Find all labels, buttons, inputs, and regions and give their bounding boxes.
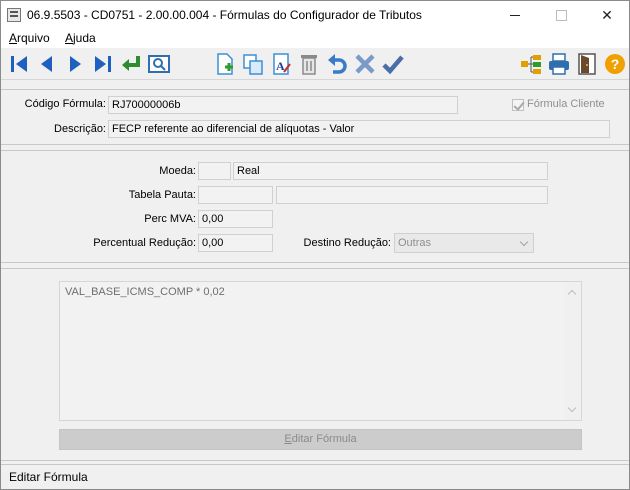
cancel-icon bbox=[355, 54, 375, 74]
formula-text: VAL_BASE_ICMS_COMP * 0,02 bbox=[65, 286, 225, 298]
previous-record-icon bbox=[41, 56, 52, 72]
descricao-field[interactable]: FECP referente ao diferencial de alíquot… bbox=[108, 120, 610, 138]
exit-button[interactable] bbox=[575, 52, 599, 76]
window-title: 06.9.5503 - CD0751 - 2.00.00.004 - Fórmu… bbox=[27, 8, 422, 22]
return-icon bbox=[122, 56, 140, 71]
print-icon bbox=[549, 53, 569, 75]
svg-text:?: ? bbox=[611, 56, 620, 72]
formula-cliente-checkbox[interactable]: Fórmula Cliente bbox=[512, 98, 612, 112]
tabela-pauta-label: Tabela Pauta: bbox=[128, 189, 196, 201]
first-record-button[interactable] bbox=[7, 52, 31, 76]
editar-formula-mnemonic: E bbox=[284, 433, 292, 445]
menu-ajuda-mnemonic: A bbox=[65, 31, 74, 45]
exit-door-icon bbox=[578, 53, 596, 75]
menu-arquivo[interactable]: Arquivo bbox=[9, 31, 50, 45]
formula-cliente-label: Fórmula Cliente bbox=[527, 98, 605, 110]
edit-text-icon: A bbox=[273, 53, 291, 75]
undo-icon bbox=[328, 54, 347, 74]
delete-button[interactable] bbox=[297, 52, 321, 76]
menu-arquivo-mnemonic: A bbox=[9, 31, 18, 45]
codigo-formula-label: Código Fórmula: bbox=[24, 98, 106, 110]
destino-reducao-label: Destino Redução: bbox=[303, 237, 391, 249]
moeda-description-field[interactable]: Real bbox=[233, 162, 548, 180]
formula-vertical-scrollbar[interactable] bbox=[564, 282, 581, 420]
tabela-pauta-description-field[interactable] bbox=[276, 186, 548, 204]
tree-structure-button[interactable] bbox=[519, 52, 543, 76]
next-record-button[interactable] bbox=[63, 52, 87, 76]
formula-textarea[interactable]: VAL_BASE_ICMS_COMP * 0,02 bbox=[59, 281, 582, 421]
status-bar: Editar Fórmula bbox=[1, 464, 629, 489]
help-icon: ? bbox=[605, 54, 625, 74]
scroll-down-icon[interactable] bbox=[567, 403, 577, 413]
formula-cliente-check-box[interactable] bbox=[512, 99, 524, 111]
last-record-button[interactable] bbox=[91, 52, 115, 76]
last-record-icon bbox=[95, 56, 111, 72]
application-window: 06.9.5503 - CD0751 - 2.00.00.004 - Fórmu… bbox=[0, 0, 630, 490]
copy-icon bbox=[243, 54, 263, 75]
menu-bar: Arquivo Ajuda bbox=[1, 30, 629, 48]
confirm-button[interactable] bbox=[381, 52, 405, 76]
delete-icon bbox=[301, 55, 317, 75]
confirm-icon bbox=[382, 55, 404, 75]
search-button[interactable] bbox=[147, 52, 171, 76]
perc-mva-field[interactable]: 0,00 bbox=[198, 210, 273, 228]
toolbar: A ? bbox=[1, 48, 629, 80]
first-record-icon bbox=[11, 56, 27, 72]
chevron-down-icon bbox=[519, 237, 529, 247]
menu-arquivo-label: rquivo bbox=[17, 31, 50, 45]
new-record-button[interactable] bbox=[213, 52, 237, 76]
app-icon bbox=[7, 8, 21, 22]
close-button[interactable]: ✕ bbox=[584, 1, 630, 30]
title-bar: 06.9.5503 - CD0751 - 2.00.00.004 - Fórmu… bbox=[1, 1, 629, 30]
menu-ajuda-label: juda bbox=[73, 31, 96, 45]
edit-text-button[interactable]: A bbox=[269, 52, 293, 76]
new-record-icon bbox=[217, 53, 233, 75]
codigo-formula-field[interactable]: RJ70000006b bbox=[108, 96, 458, 114]
scroll-up-icon[interactable] bbox=[567, 289, 577, 299]
tree-structure-icon bbox=[521, 55, 541, 74]
help-button[interactable]: ? bbox=[603, 52, 627, 76]
cancel-button[interactable] bbox=[353, 52, 377, 76]
perc-mva-label: Perc MVA: bbox=[144, 213, 196, 225]
status-text: Editar Fórmula bbox=[9, 470, 88, 484]
header-panel: Código Fórmula: RJ70000006b Fórmula Clie… bbox=[1, 89, 629, 145]
next-record-icon bbox=[70, 56, 81, 72]
editar-formula-label: ditar Fórmula bbox=[291, 433, 357, 445]
return-button[interactable] bbox=[119, 52, 143, 76]
destino-reducao-selected-value: Outras bbox=[398, 237, 432, 249]
copy-button[interactable] bbox=[241, 52, 265, 76]
search-icon bbox=[148, 55, 170, 73]
print-button[interactable] bbox=[547, 52, 571, 76]
percentual-reducao-label: Percentual Redução: bbox=[93, 237, 196, 249]
percentual-reducao-field[interactable]: 0,00 bbox=[198, 234, 273, 252]
maximize-button[interactable] bbox=[538, 1, 584, 30]
moeda-label: Moeda: bbox=[159, 165, 196, 177]
minimize-button[interactable] bbox=[492, 1, 538, 30]
destino-reducao-select[interactable]: Outras bbox=[394, 233, 534, 253]
menu-ajuda[interactable]: Ajuda bbox=[65, 31, 96, 45]
previous-record-button[interactable] bbox=[35, 52, 59, 76]
tabela-pauta-code-field[interactable] bbox=[198, 186, 273, 204]
params-panel: Moeda: Real Tabela Pauta: Perc MVA: 0,00… bbox=[1, 150, 629, 263]
undo-button[interactable] bbox=[325, 52, 349, 76]
editar-formula-button[interactable]: Editar Fórmula bbox=[59, 429, 582, 450]
descricao-label: Descrição: bbox=[54, 123, 106, 135]
moeda-code-field[interactable] bbox=[198, 162, 231, 180]
